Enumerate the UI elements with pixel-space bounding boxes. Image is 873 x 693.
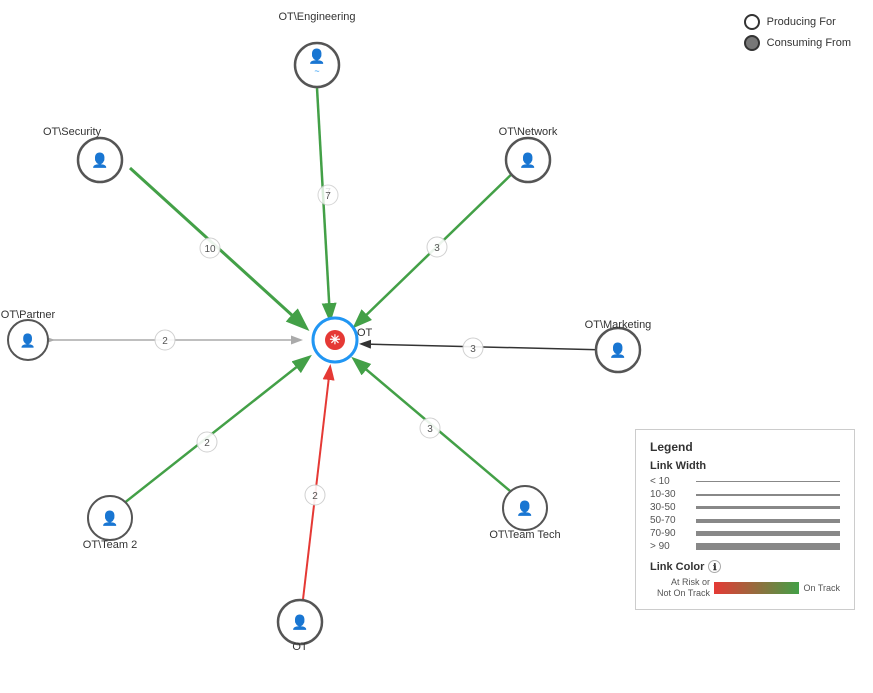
legend-box-title: Legend	[650, 440, 840, 454]
node-network-label: OT\Network	[499, 126, 558, 138]
lw-line-50-70	[696, 519, 840, 523]
center-star: ✳	[330, 332, 341, 347]
lw-label-10-30: 10-30	[650, 489, 692, 500]
link-color-title: Link Color ℹ	[650, 560, 840, 573]
node-ot-bottom-label: OT	[292, 641, 308, 653]
edge-label-network: 3	[434, 243, 440, 254]
color-bar-row: At Risk orNot On Track On Track	[650, 577, 840, 599]
lw-row-10-30: 10-30	[650, 489, 840, 500]
lw-row-70-90: 70-90	[650, 528, 840, 539]
legend-producing-item: Producing For	[744, 14, 851, 30]
edge-label-partner: 2	[162, 336, 168, 347]
link-width-title: Link Width	[650, 460, 840, 472]
lw-line-70-90	[696, 531, 840, 536]
node-team2-icon: 👤	[101, 510, 118, 527]
link-color-info-icon[interactable]: ℹ	[708, 560, 721, 573]
edge-label-eng-text: 7	[325, 191, 331, 202]
node-partner-icon: 👤	[20, 333, 36, 348]
node-engineering-icon: 👤	[308, 48, 325, 65]
node-engineering-label: OT\Engineering	[278, 11, 355, 23]
node-marketing-label: OT\Marketing	[585, 319, 652, 331]
edge-label-security: 10	[204, 244, 216, 255]
lw-label-gt90: > 90	[650, 541, 692, 552]
legend-producing-label: Producing For	[767, 16, 836, 28]
edge-label-teamtech: 3	[427, 424, 433, 435]
node-partner-label: OT\Partner	[1, 309, 56, 321]
legend-consuming-icon	[744, 35, 760, 51]
center-node-label: OT	[357, 327, 373, 339]
lw-label-30-50: 30-50	[650, 502, 692, 513]
node-teamtech-label: OT\Team Tech	[489, 529, 560, 541]
lw-line-gt90	[696, 543, 840, 550]
node-ot-bottom-icon: 👤	[291, 614, 308, 631]
lw-row-lt10: < 10	[650, 476, 840, 487]
at-risk-label: At Risk orNot On Track	[650, 577, 710, 599]
lw-line-lt10	[696, 481, 840, 482]
top-legend: Producing For Consuming From	[744, 14, 851, 56]
legend-consuming-item: Consuming From	[744, 35, 851, 51]
lw-label-50-70: 50-70	[650, 515, 692, 526]
lw-line-10-30	[696, 494, 840, 496]
on-track-label: On Track	[803, 583, 840, 593]
node-team2-label: OT\Team 2	[83, 539, 137, 551]
node-network-icon: 👤	[519, 152, 536, 169]
edge-label-ot-bottom: 2	[312, 491, 318, 502]
legend-consuming-label: Consuming From	[767, 37, 851, 49]
edge-team2	[123, 358, 308, 504]
lw-row-gt90: > 90	[650, 541, 840, 552]
legend-producing-icon	[744, 14, 760, 30]
lw-line-30-50	[696, 506, 840, 509]
color-bar	[714, 582, 799, 594]
node-engineering-sub: ~	[314, 66, 319, 76]
node-security-icon: 👤	[91, 152, 108, 169]
node-marketing-icon: 👤	[609, 342, 626, 359]
lw-label-70-90: 70-90	[650, 528, 692, 539]
lw-row-50-70: 50-70	[650, 515, 840, 526]
edge-label-team2: 2	[204, 438, 210, 449]
edge-label-marketing: 3	[470, 344, 476, 355]
edge-marketing	[362, 344, 608, 350]
legend-box: Legend Link Width < 10 10-30 30-50 50-70…	[635, 429, 855, 610]
node-teamtech-icon: 👤	[516, 500, 533, 517]
node-security-label: OT\Security	[43, 126, 102, 138]
lw-label-lt10: < 10	[650, 476, 692, 487]
lw-row-30-50: 30-50	[650, 502, 840, 513]
